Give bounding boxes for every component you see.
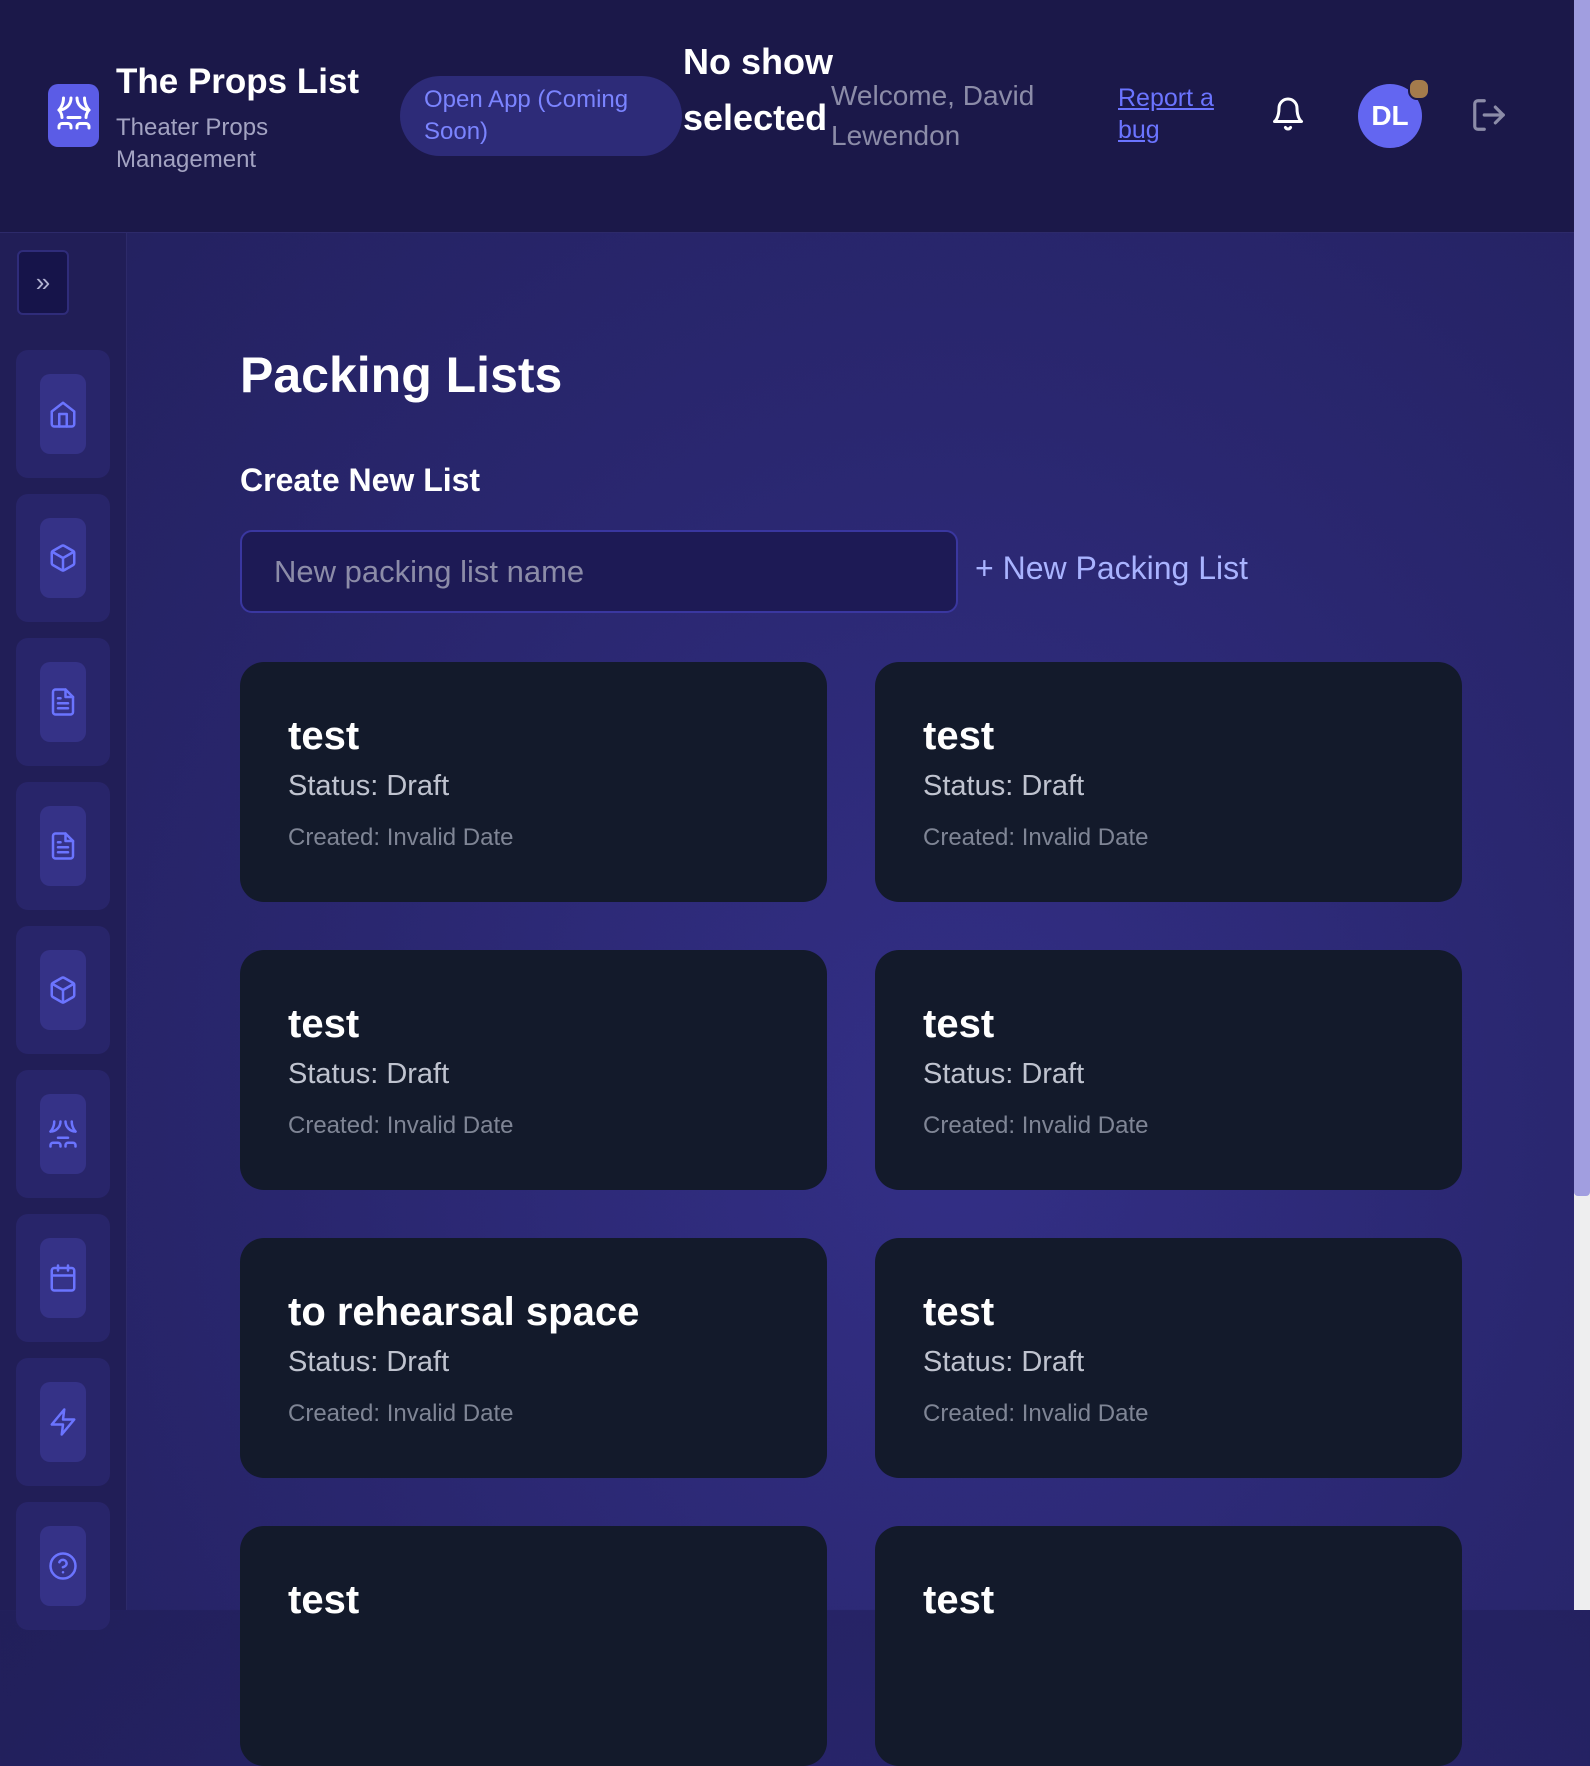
- box-icon: [40, 950, 86, 1030]
- app-subtitle: Theater Props Management: [116, 114, 269, 173]
- sidebar-item-reports[interactable]: [16, 782, 110, 910]
- packing-list-card[interactable]: test: [240, 1526, 827, 1766]
- list-name: test: [923, 714, 995, 758]
- list-status: Status: Draft: [288, 770, 450, 802]
- sidebar-item-calendar[interactable]: [16, 1214, 110, 1342]
- list-name: test: [923, 1578, 995, 1622]
- home-icon: [40, 374, 86, 454]
- help-icon: [40, 1526, 86, 1606]
- list-status: Status: Draft: [923, 1058, 1085, 1090]
- calendar-icon: [40, 1238, 86, 1318]
- new-packing-list-button[interactable]: + New Packing List: [975, 550, 1248, 587]
- list-created-date: Created: Invalid Date: [288, 1112, 514, 1139]
- new-list-name-input[interactable]: [240, 530, 958, 613]
- sidebar-expand-button[interactable]: »: [17, 250, 69, 315]
- packing-list-card[interactable]: test Status: Draft Created: Invalid Date: [875, 662, 1462, 902]
- list-status: Status: Draft: [288, 1346, 450, 1378]
- app-title: The Props List: [116, 62, 360, 101]
- box-icon: [40, 518, 86, 598]
- list-name: test: [288, 714, 360, 758]
- page-title: Packing Lists: [240, 347, 563, 403]
- scrollbar-thumb[interactable]: [1574, 0, 1590, 1196]
- avatar-status-dot: [1408, 78, 1430, 100]
- list-created-date: Created: Invalid Date: [288, 824, 514, 851]
- theater-masks-icon: [40, 1094, 86, 1174]
- sidebar-item-shows[interactable]: [16, 1070, 110, 1198]
- bell-icon[interactable]: [1270, 94, 1306, 139]
- app-header: The Props List Theater Props Management …: [0, 0, 1574, 233]
- sidebar-item-help[interactable]: [16, 1502, 110, 1630]
- welcome-text: Welcome, David Lewendon: [831, 80, 1035, 151]
- list-created-date: Created: Invalid Date: [923, 824, 1149, 851]
- list-created-date: Created: Invalid Date: [923, 1112, 1149, 1139]
- packing-list-card[interactable]: to rehearsal space Status: Draft Created…: [240, 1238, 827, 1478]
- sidebar-item-activity[interactable]: [16, 1358, 110, 1486]
- list-status: Status: Draft: [923, 770, 1085, 802]
- packing-list-card[interactable]: test Status: Draft Created: Invalid Date: [240, 950, 827, 1190]
- packing-list-card[interactable]: test Status: Draft Created: Invalid Date: [875, 1238, 1462, 1478]
- sidebar-item-documents[interactable]: [16, 638, 110, 766]
- create-list-heading: Create New List: [240, 462, 481, 498]
- theater-masks-icon: [56, 93, 92, 138]
- list-name: test: [288, 1578, 360, 1622]
- sidebar-item-props[interactable]: [16, 494, 110, 622]
- app-logo[interactable]: [48, 84, 99, 147]
- report-bug-link[interactable]: Report a bug: [1118, 82, 1228, 146]
- list-name: test: [923, 1290, 995, 1334]
- sidebar-item-packing[interactable]: [16, 926, 110, 1054]
- list-status: Status: Draft: [923, 1346, 1085, 1378]
- show-selector-status[interactable]: No show selected: [683, 34, 843, 146]
- logout-icon[interactable]: [1470, 96, 1508, 139]
- list-name: test: [923, 1002, 995, 1046]
- packing-list-card[interactable]: test Status: Draft Created: Invalid Date: [240, 662, 827, 902]
- list-status: Status: Draft: [288, 1058, 450, 1090]
- lightning-icon: [40, 1382, 86, 1462]
- document-icon: [40, 806, 86, 886]
- packing-list-card[interactable]: test Status: Draft Created: Invalid Date: [875, 950, 1462, 1190]
- list-name: to rehearsal space: [288, 1290, 640, 1334]
- open-app-button[interactable]: Open App (Coming Soon): [400, 76, 682, 156]
- list-created-date: Created: Invalid Date: [923, 1400, 1149, 1427]
- sidebar-item-home[interactable]: [16, 350, 110, 478]
- list-created-date: Created: Invalid Date: [288, 1400, 514, 1427]
- list-name: test: [288, 1002, 360, 1046]
- document-icon: [40, 662, 86, 742]
- packing-list-card[interactable]: test: [875, 1526, 1462, 1766]
